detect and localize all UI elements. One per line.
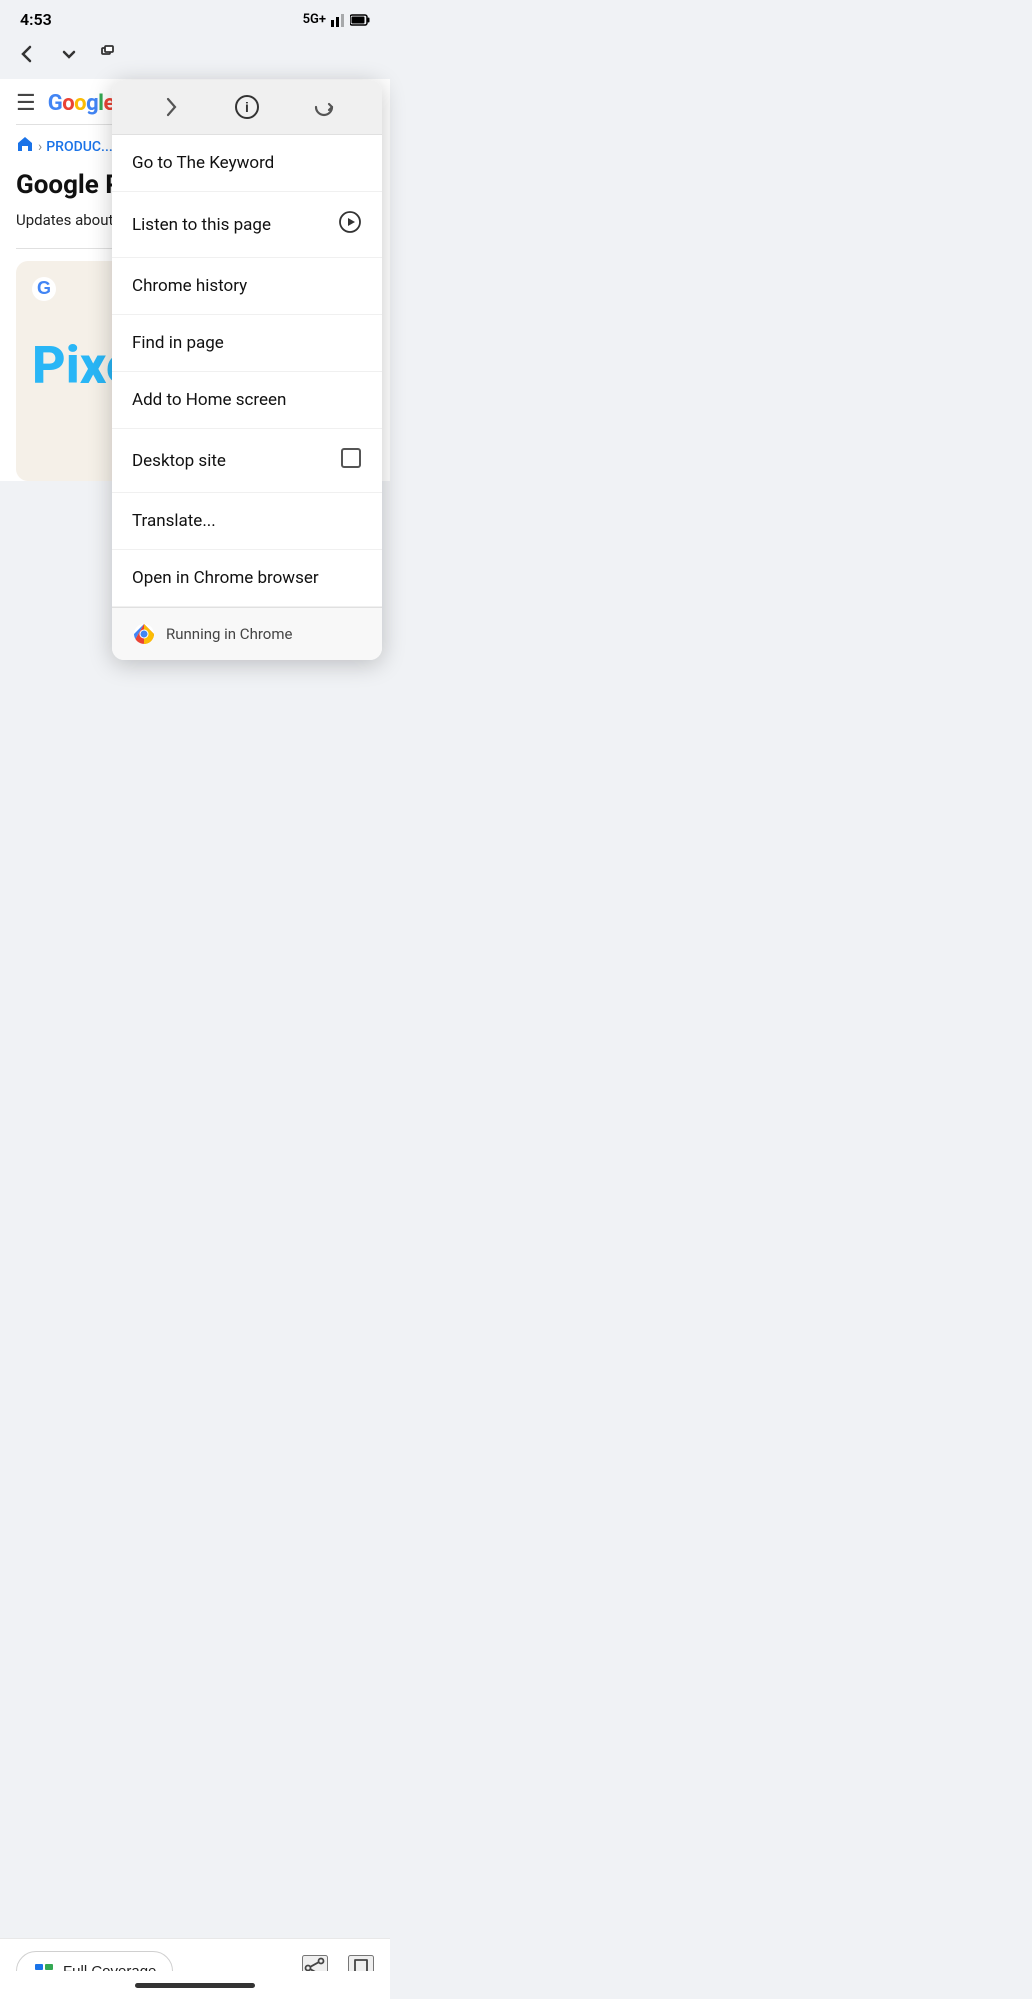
- menu-item-add-to-home-label: Add to Home screen: [132, 390, 286, 410]
- home-bar: [135, 1983, 255, 1988]
- desktop-site-checkbox: [340, 447, 362, 474]
- menu-item-go-to-keyword-label: Go to The Keyword: [132, 153, 274, 173]
- menu-item-chrome-history-label: Chrome history: [132, 276, 247, 296]
- listen-play-icon: [338, 210, 362, 239]
- menu-info-button[interactable]: i: [234, 94, 260, 120]
- menu-item-desktop-site[interactable]: Desktop site: [112, 429, 382, 493]
- menu-item-add-to-home[interactable]: Add to Home screen: [112, 372, 382, 429]
- menu-item-find-in-page-label: Find in page: [132, 333, 224, 353]
- running-in-chrome-footer: Running in Chrome: [112, 607, 382, 660]
- menu-item-open-in-chrome-label: Open in Chrome browser: [132, 568, 319, 588]
- menu-forward-button[interactable]: [158, 95, 182, 119]
- chrome-logo-icon: [132, 622, 156, 646]
- menu-item-find-in-page[interactable]: Find in page: [112, 315, 382, 372]
- home-indicator: [0, 1971, 390, 1999]
- menu-item-chrome-history[interactable]: Chrome history: [112, 258, 382, 315]
- menu-item-listen[interactable]: Listen to this page: [112, 192, 382, 258]
- menu-refresh-button[interactable]: [312, 95, 336, 119]
- menu-item-listen-label: Listen to this page: [132, 215, 271, 235]
- menu-item-translate-label: Translate...: [132, 511, 216, 531]
- menu-item-translate[interactable]: Translate...: [112, 493, 382, 550]
- menu-toolbar: i: [112, 80, 382, 135]
- menu-item-open-in-chrome[interactable]: Open in Chrome browser: [112, 550, 382, 607]
- menu-item-desktop-site-label: Desktop site: [132, 451, 226, 471]
- menu-item-go-to-keyword[interactable]: Go to The Keyword: [112, 135, 382, 192]
- svg-text:i: i: [245, 99, 249, 115]
- context-menu: i Go to The Keyword Listen to this page …: [112, 80, 382, 660]
- running-in-chrome-text: Running in Chrome: [166, 625, 292, 643]
- context-menu-overlay[interactable]: i Go to The Keyword Listen to this page …: [0, 0, 390, 844]
